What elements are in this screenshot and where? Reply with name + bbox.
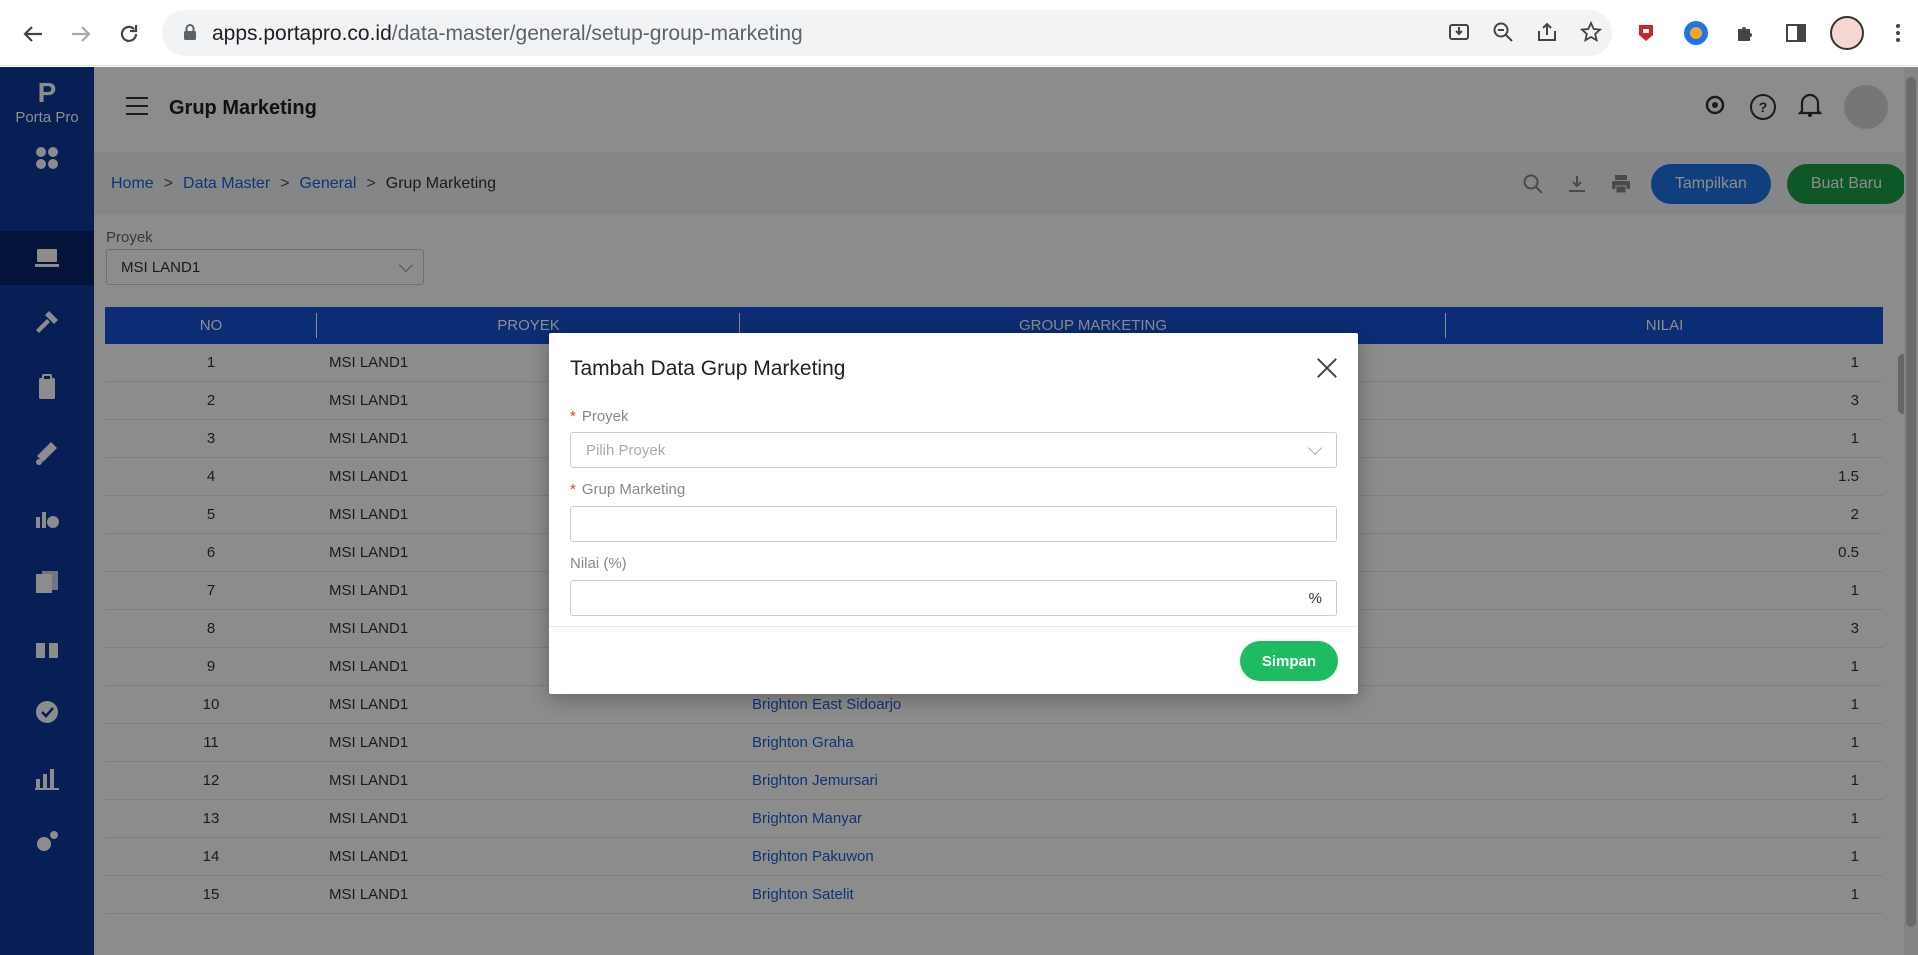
reload-icon[interactable] <box>114 19 144 49</box>
grup-marketing-field-label: * Grup Marketing <box>570 481 685 498</box>
nilai-field-label: Nilai (%) <box>570 555 627 572</box>
lock-icon <box>182 23 198 46</box>
nilai-input[interactable]: % <box>570 580 1337 616</box>
url-path: /data-master/general/setup-group-marketi… <box>391 22 803 45</box>
browser-toolbar: apps.portapro.co.id/data-master/general/… <box>0 0 1918 66</box>
add-group-marketing-modal: Tambah Data Grup Marketing * Proyek Pilih… <box>549 333 1358 694</box>
forward-icon[interactable] <box>66 19 96 49</box>
required-marker: * <box>570 408 576 425</box>
address-bar[interactable]: apps.portapro.co.id/data-master/general/… <box>162 10 1612 56</box>
chevron-down-icon <box>1307 440 1323 456</box>
grup-marketing-label-text: Grup Marketing <box>581 481 686 498</box>
zoom-out-icon[interactable] <box>1492 21 1514 48</box>
more-menu-icon[interactable] <box>1882 17 1914 49</box>
required-marker: * <box>570 481 576 498</box>
profile-avatar[interactable] <box>1830 16 1864 50</box>
modal-title: Tambah Data Grup Marketing <box>570 357 846 380</box>
share-icon[interactable] <box>1536 21 1558 48</box>
save-button[interactable]: Simpan <box>1239 641 1338 681</box>
shield-extension-icon[interactable] <box>1630 17 1662 49</box>
url-host: apps.portapro.co.id <box>212 22 392 45</box>
close-icon[interactable] <box>1316 357 1338 379</box>
circle-extension-icon[interactable] <box>1680 17 1712 49</box>
side-panel-icon[interactable] <box>1780 17 1812 49</box>
modal-divider <box>549 626 1358 627</box>
percent-suffix: % <box>1308 590 1322 607</box>
grup-marketing-input[interactable] <box>570 506 1337 542</box>
back-icon[interactable] <box>18 19 48 49</box>
proyek-field-label: * Proyek <box>570 408 629 425</box>
proyek-label-text: Proyek <box>581 408 629 425</box>
extensions-puzzle-icon[interactable] <box>1730 17 1762 49</box>
install-app-icon[interactable] <box>1448 21 1470 48</box>
bookmark-star-icon[interactable] <box>1579 20 1603 48</box>
proyek-select-placeholder: Pilih Proyek <box>586 442 666 459</box>
url-text: apps.portapro.co.id/data-master/general/… <box>212 22 803 46</box>
proyek-select[interactable]: Pilih Proyek <box>570 432 1337 468</box>
